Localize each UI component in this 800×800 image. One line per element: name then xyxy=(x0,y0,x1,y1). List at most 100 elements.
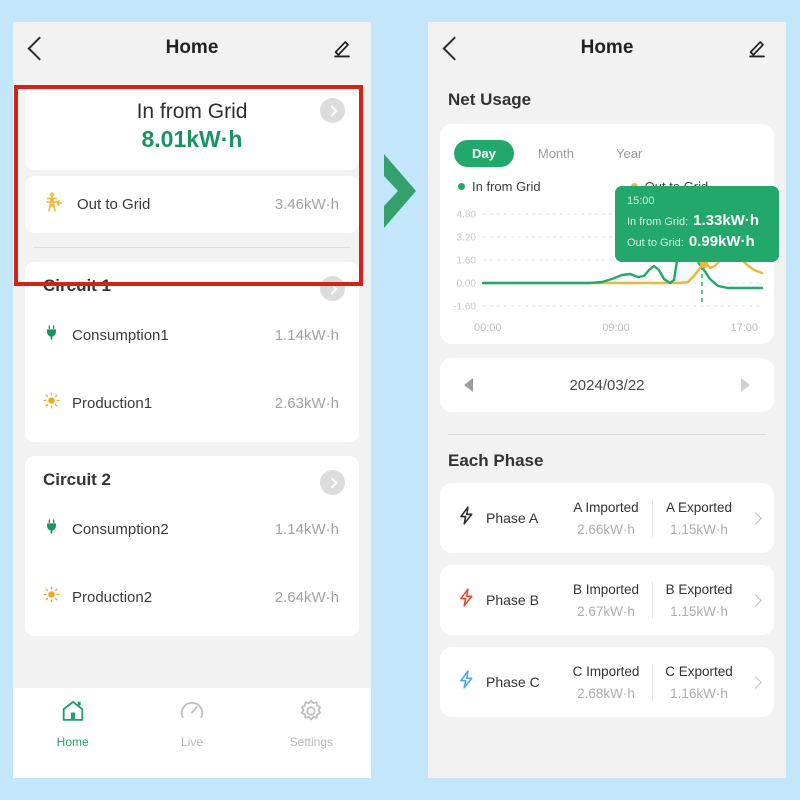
net-usage-title: Net Usage xyxy=(448,90,532,109)
svg-text:1.60: 1.60 xyxy=(457,256,477,267)
pencil-edit-icon[interactable] xyxy=(746,37,768,59)
out-to-grid-row[interactable]: Out to Grid 3.46kW·h xyxy=(25,176,359,233)
phase-imported-label: C Imported xyxy=(572,663,640,679)
tooltip-value: 1.33kW·h xyxy=(693,211,759,229)
range-tabs: Day Month Year xyxy=(440,136,774,167)
tab-label: Settings xyxy=(289,735,333,749)
left-phone-screen: Home In from Grid 8.01kW·h Out to Grid 3… xyxy=(13,22,371,778)
svg-text:-1.60: -1.60 xyxy=(453,302,476,313)
phase-imported-value: 2.68kW·h xyxy=(577,685,635,701)
chevron-right-icon[interactable] xyxy=(749,675,762,689)
left-topbar: Home xyxy=(13,22,371,74)
triangle-left-icon[interactable] xyxy=(464,378,473,392)
phase-exported-label: C Exported xyxy=(665,663,733,679)
tab-home[interactable]: Home xyxy=(13,698,132,749)
circuit-card-1[interactable]: Circuit 1 Consumption1 1.14kW·h Producti… xyxy=(25,262,359,442)
legend-dot-green xyxy=(458,183,465,190)
triangle-right-icon[interactable] xyxy=(741,378,750,392)
tab-day[interactable]: Day xyxy=(454,140,514,167)
plug-icon xyxy=(43,518,60,540)
chart-plot-area[interactable]: 4.80 3.20 1.60 0.00 -1.60 15:00 In from … xyxy=(440,186,779,320)
bolt-icon xyxy=(456,587,477,613)
tooltip-value: 0.99kW·h xyxy=(688,233,755,251)
circuit-row-label: Production2 xyxy=(72,588,153,606)
chevron-right-icon[interactable] xyxy=(749,593,762,607)
phase-imported-column: C Imported 2.68kW·h xyxy=(560,663,653,701)
chevron-right-icon[interactable] xyxy=(320,276,345,301)
legend-label: In from Grid xyxy=(472,179,541,194)
chart-x-axis: 00:00 09:00 17:00 xyxy=(440,320,774,334)
sun-icon xyxy=(43,392,60,414)
chevron-right-icon[interactable] xyxy=(320,98,345,123)
chevron-left-icon[interactable] xyxy=(27,35,52,61)
phase-imported-column: A Imported 2.66kW·h xyxy=(560,499,653,537)
tooltip-key: Out to Grid: xyxy=(627,237,684,250)
each-phase-title: Each Phase xyxy=(448,451,544,470)
chevron-left-icon[interactable] xyxy=(442,35,467,61)
screenshot-stage: Home In from Grid 8.01kW·h Out to Grid 3… xyxy=(0,0,800,800)
pencil-edit-icon[interactable] xyxy=(331,37,353,59)
x-tick: 09:00 xyxy=(602,322,630,334)
circuit-row-production: Production1 2.63kW·h xyxy=(25,380,359,426)
in-from-grid-card[interactable]: In from Grid 8.01kW·h xyxy=(25,84,359,170)
phase-exported-value: 1.15kW·h xyxy=(670,603,728,619)
tooltip-row-in: In from Grid: 1.33kW·h xyxy=(627,210,767,232)
x-tick: 17:00 xyxy=(730,322,758,334)
circuit-row-production: Production2 2.64kW·h xyxy=(25,574,359,620)
transmission-tower-icon xyxy=(41,190,65,219)
out-to-grid-value: 3.46kW·h xyxy=(274,196,339,213)
tab-year[interactable]: Year xyxy=(598,140,660,167)
phase-imported-label: A Imported xyxy=(573,499,639,515)
tab-label: Home xyxy=(56,735,89,749)
phase-exported-label: B Exported xyxy=(665,581,733,597)
phase-imported-value: 2.66kW·h xyxy=(577,521,635,537)
right-phone-screen: Home Net Usage Day Month Year In from Gr… xyxy=(428,22,786,778)
phase-imported-value: 2.67kW·h xyxy=(577,603,635,619)
tab-month[interactable]: Month xyxy=(520,140,592,167)
phase-exported-column: C Exported 1.16kW·h xyxy=(653,664,745,701)
circuit-row-consumption: Consumption1 1.14kW·h xyxy=(25,312,359,358)
page-title: Home xyxy=(165,37,219,58)
phase-exported-label: A Exported xyxy=(665,499,733,515)
phase-imported-column: B Imported 2.67kW·h xyxy=(560,581,653,619)
chevron-right-icon[interactable] xyxy=(320,470,345,495)
phase-exported-value: 1.16kW·h xyxy=(670,685,728,701)
svg-text:0.00: 0.00 xyxy=(457,279,477,290)
out-to-grid-label: Out to Grid xyxy=(77,196,151,213)
bottom-tabbar: Home Live Settings xyxy=(13,688,371,778)
circuit-row-label: Consumption1 xyxy=(72,326,169,344)
date-navigator: 2024/03/22 xyxy=(440,358,774,412)
phase-name: Phase B xyxy=(486,592,539,608)
tab-label: Live xyxy=(180,735,203,749)
phase-card-c[interactable]: Phase C C Imported 2.68kW·h C Exported 1… xyxy=(440,647,774,717)
plug-icon xyxy=(43,324,60,346)
phase-name: Phase A xyxy=(486,510,539,526)
bolt-icon xyxy=(456,505,477,531)
phase-card-b[interactable]: Phase B B Imported 2.67kW·h B Exported 1… xyxy=(440,565,774,635)
phase-imported-label: B Imported xyxy=(572,581,640,597)
tooltip-time: 15:00 xyxy=(627,195,655,207)
net-usage-chart-card: Day Month Year In from Grid Out to Grid xyxy=(440,124,779,344)
circuit-title: Circuit 2 xyxy=(43,470,112,489)
circuit-row-consumption: Consumption2 1.14kW·h xyxy=(25,506,359,552)
chevron-right-large-icon xyxy=(378,148,424,239)
phase-exported-column: A Exported 1.15kW·h xyxy=(653,500,745,537)
tooltip-key: In from Grid: xyxy=(627,215,689,228)
chevron-right-icon[interactable] xyxy=(749,511,762,525)
circuit-title: Circuit 1 xyxy=(43,276,112,295)
x-tick: 00:00 xyxy=(474,322,502,334)
gear-icon xyxy=(298,698,324,729)
in-from-grid-title: In from Grid xyxy=(136,99,248,123)
circuit-card-2[interactable]: Circuit 2 Consumption2 1.14kW·h Producti… xyxy=(25,456,359,636)
right-topbar: Home xyxy=(428,22,786,74)
sun-icon xyxy=(43,586,60,608)
phase-card-a[interactable]: Phase A A Imported 2.66kW·h A Exported 1… xyxy=(440,483,774,553)
phase-exported-value: 1.15kW·h xyxy=(670,521,728,537)
phase-name: Phase C xyxy=(486,674,540,690)
page-title: Home xyxy=(580,37,634,58)
tab-live[interactable]: Live xyxy=(132,698,251,749)
legend-in-from-grid: In from Grid xyxy=(458,179,541,194)
circuit-row-value: 2.63kW·h xyxy=(274,394,339,412)
svg-text:4.80: 4.80 xyxy=(457,210,477,221)
tab-settings[interactable]: Settings xyxy=(252,698,371,749)
